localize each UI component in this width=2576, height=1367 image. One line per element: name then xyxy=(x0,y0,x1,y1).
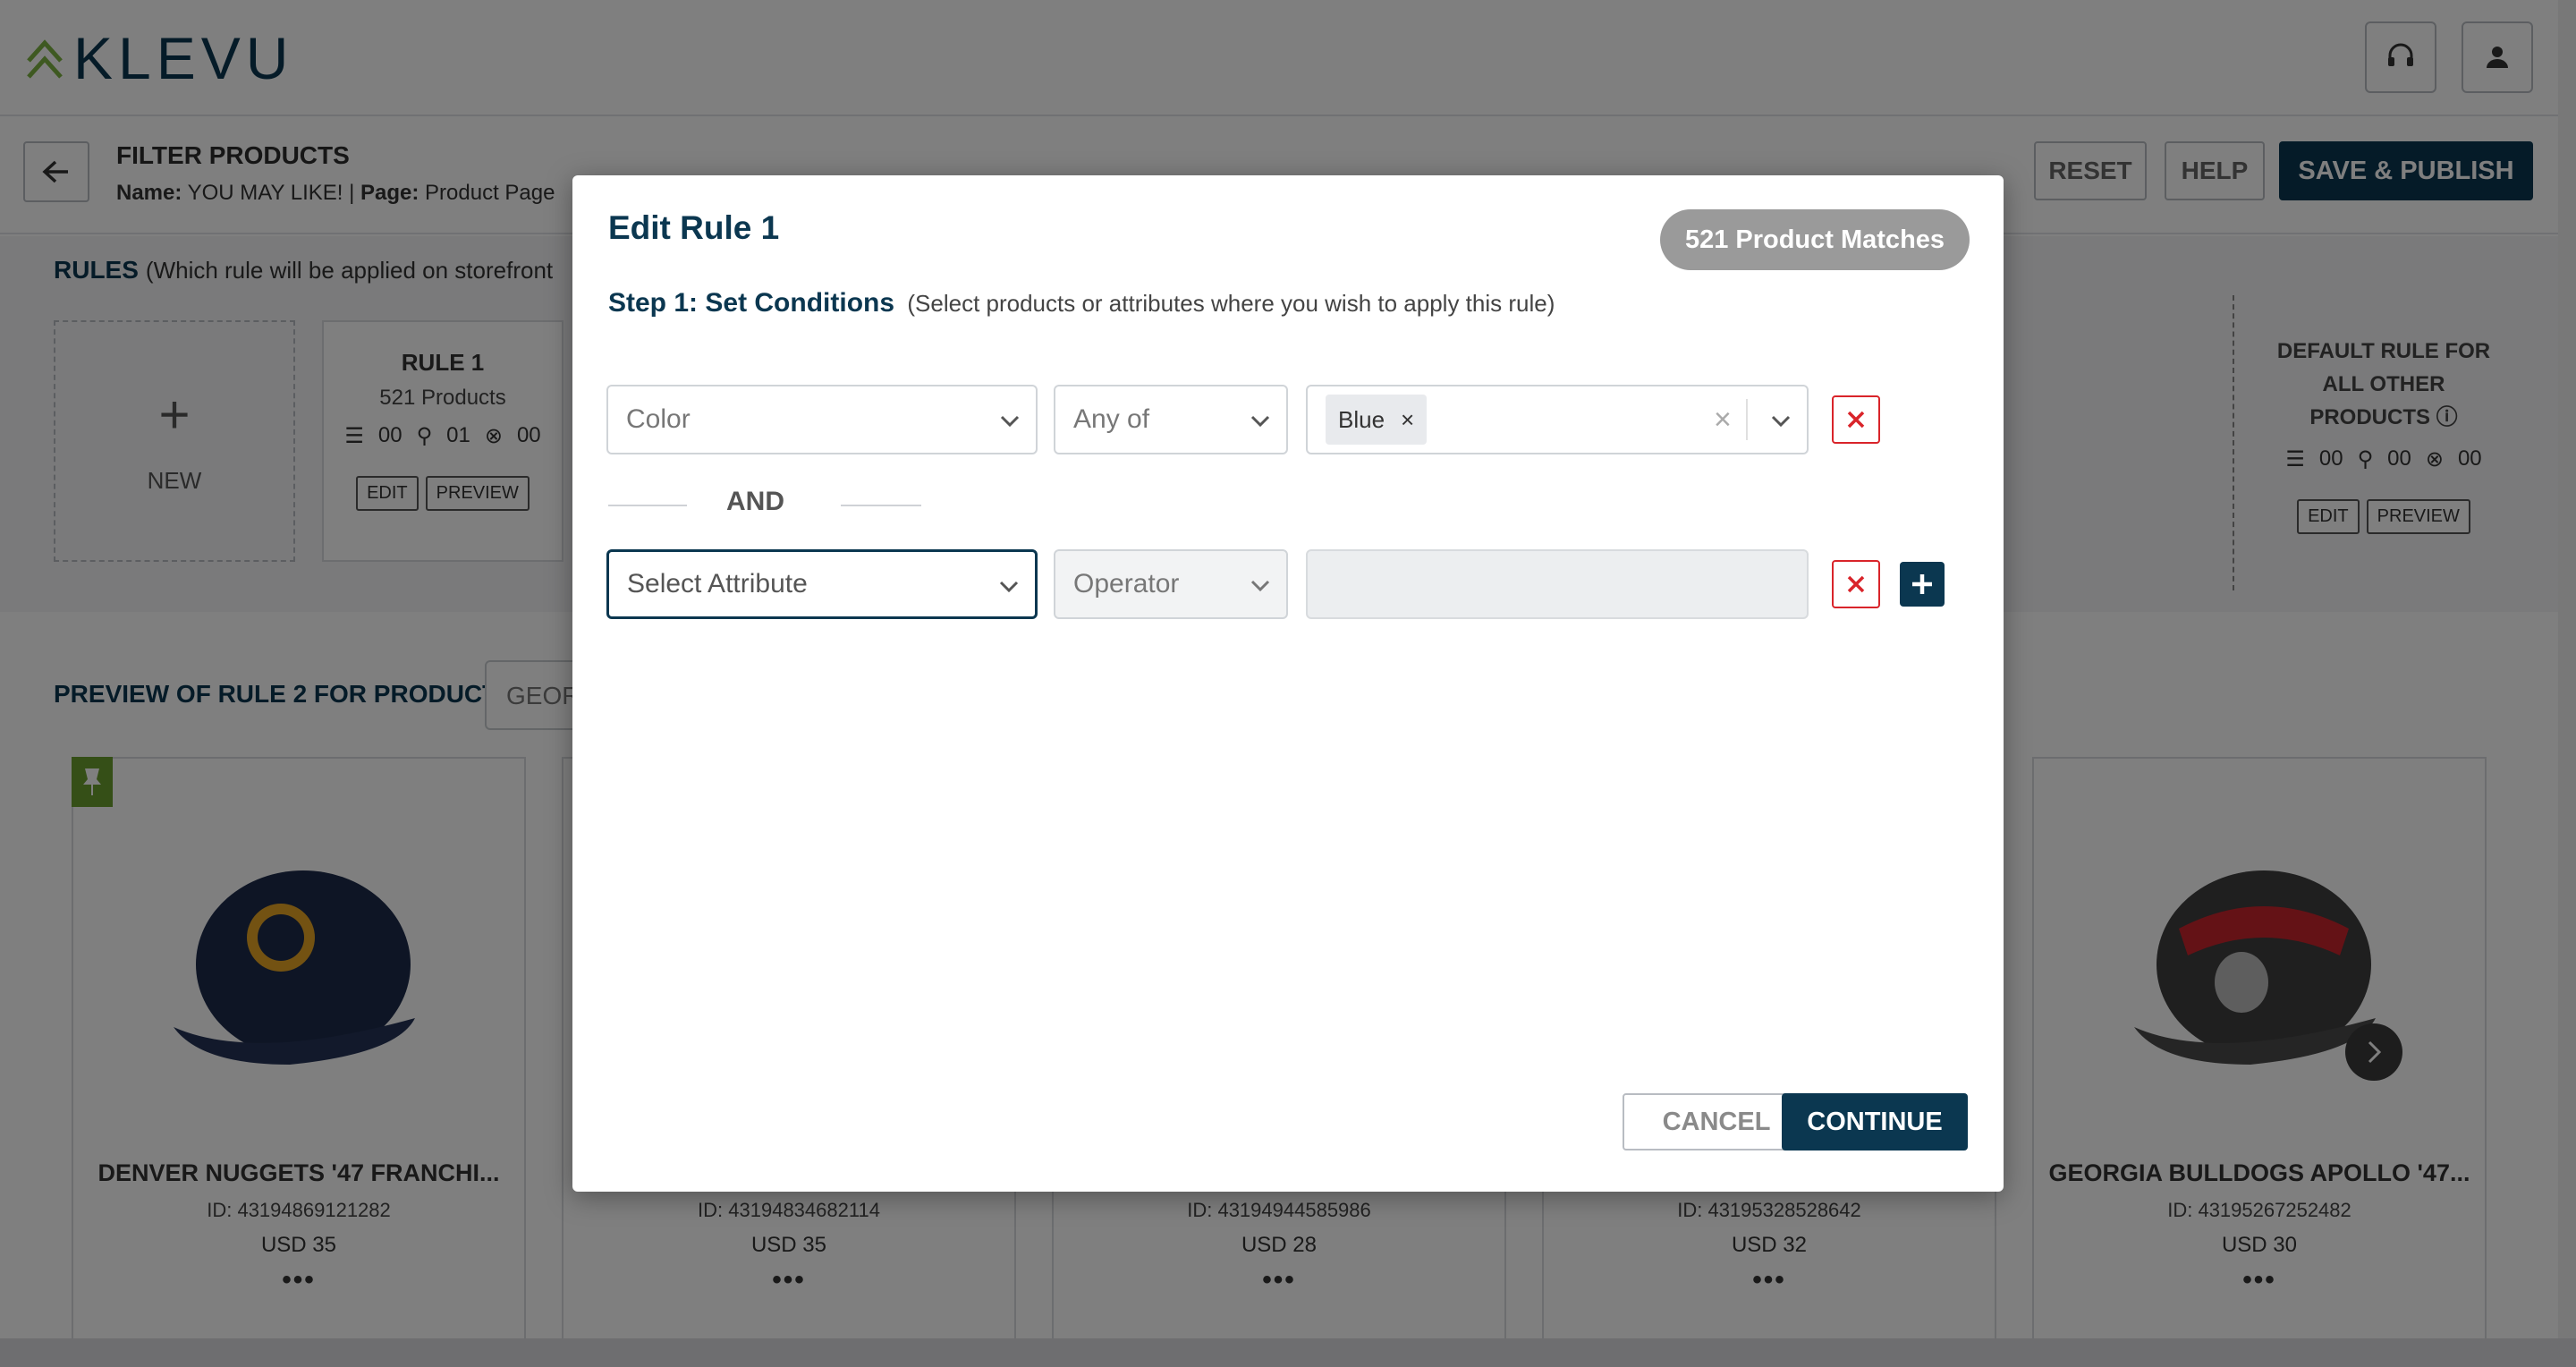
close-icon xyxy=(1847,411,1865,429)
step-title: Set Conditions xyxy=(705,288,895,318)
delete-condition-1-button[interactable] xyxy=(1832,395,1880,444)
operator-select-1[interactable]: Any of xyxy=(1054,385,1288,454)
field-separator xyxy=(1746,399,1748,440)
operator-value: Any of xyxy=(1073,404,1150,434)
tag-label: Blue xyxy=(1338,405,1385,433)
add-condition-button[interactable] xyxy=(1900,562,1945,607)
attribute-select-2[interactable]: Select Attribute xyxy=(606,549,1038,619)
value-multiselect-1[interactable]: Blue × × xyxy=(1306,385,1809,454)
value-input-2[interactable] xyxy=(1306,549,1809,619)
and-line-left xyxy=(608,505,687,506)
chevron-down-icon xyxy=(1250,580,1270,592)
step-heading: Step 1: Set Conditions (Select products … xyxy=(608,288,1555,318)
step-label: Step 1: xyxy=(608,288,699,318)
delete-condition-2-button[interactable] xyxy=(1832,560,1880,608)
and-line-right xyxy=(841,505,921,506)
close-icon xyxy=(1847,575,1865,593)
and-separator: AND xyxy=(608,487,921,522)
and-label: AND xyxy=(726,487,784,516)
product-matches-badge: 521 Product Matches xyxy=(1660,209,1970,270)
attribute-placeholder: Select Attribute xyxy=(627,569,808,599)
edit-rule-modal: Edit Rule 1 521 Product Matches Step 1: … xyxy=(572,175,2004,1192)
chevron-down-icon xyxy=(1771,415,1791,428)
chevron-down-icon xyxy=(1250,415,1270,428)
attribute-select-1[interactable]: Color xyxy=(606,385,1038,454)
tag-remove-icon[interactable]: × xyxy=(1401,406,1414,434)
chevron-down-icon xyxy=(1000,415,1020,428)
value-tag-blue: Blue × xyxy=(1326,395,1428,445)
continue-button[interactable]: CONTINUE xyxy=(1782,1093,1968,1150)
modal-title: Edit Rule 1 xyxy=(608,209,780,246)
operator-select-2[interactable]: Operator xyxy=(1054,549,1288,619)
attribute-value: Color xyxy=(626,404,691,434)
chevron-down-icon xyxy=(999,581,1019,593)
clear-icon[interactable]: × xyxy=(1714,403,1732,437)
plus-icon xyxy=(1912,574,1932,594)
operator-placeholder: Operator xyxy=(1073,569,1180,599)
step-hint: (Select products or attributes where you… xyxy=(907,290,1555,317)
